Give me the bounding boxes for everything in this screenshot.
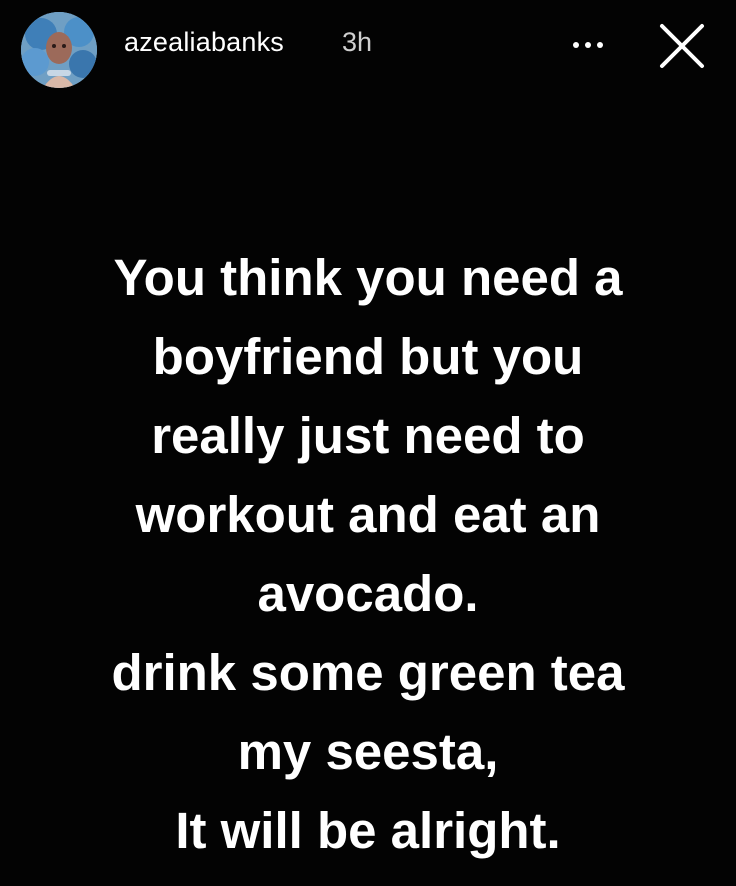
close-button[interactable] (654, 18, 710, 74)
story-message: You think you need a boyfriend but you r… (20, 238, 716, 870)
username[interactable]: azealiabanks (124, 27, 284, 58)
story-header: azealiabanks 3h (0, 0, 736, 96)
more-options-button[interactable] (568, 30, 612, 60)
message-line: boyfriend but you (152, 328, 584, 385)
message-line: avocado. (257, 565, 479, 622)
message-line: You think you need a (113, 249, 623, 306)
more-options-icon (573, 42, 603, 48)
story-viewer: azealiabanks 3h You think you need a boy… (0, 0, 736, 886)
timestamp: 3h (342, 27, 373, 57)
message-line: really just need to (151, 407, 585, 464)
close-icon (660, 24, 704, 68)
avatar-image (21, 12, 97, 88)
message-line: workout and eat an (135, 486, 601, 543)
message-line: It will be alright. (175, 802, 561, 859)
profile-avatar[interactable] (21, 12, 97, 88)
message-line: drink some green tea (111, 644, 625, 701)
message-line: my seesta, (237, 723, 499, 780)
